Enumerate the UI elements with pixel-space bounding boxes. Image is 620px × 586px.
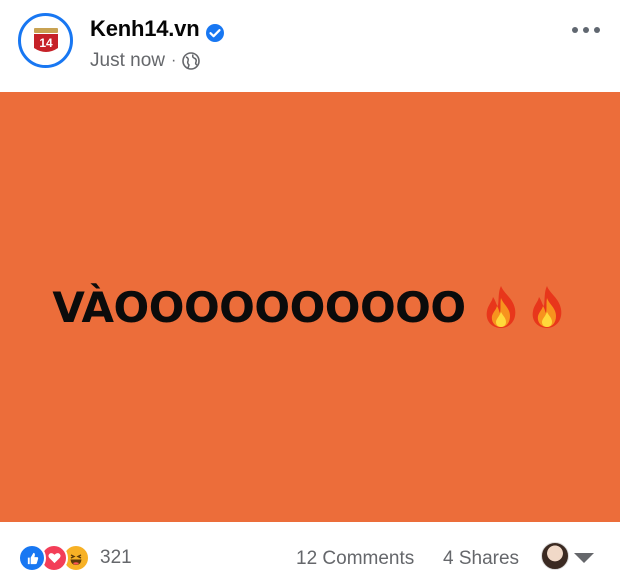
fire-icon	[532, 286, 561, 328]
post-footer: 321 12 Comments 4 Shares	[0, 522, 620, 586]
verified-badge-icon	[206, 24, 224, 42]
shares-count-link[interactable]: 4 Shares	[443, 548, 519, 570]
reactions-summary[interactable]: 321	[18, 544, 132, 572]
emoji-group	[480, 284, 568, 330]
meta-separator: ·	[170, 52, 177, 69]
reaction-count: 321	[100, 547, 132, 568]
kenh14-logo-icon: 14	[33, 27, 58, 52]
post-headline: VÀOOOOOOOOOO	[52, 282, 466, 332]
page-avatar[interactable]: 14	[18, 13, 73, 68]
post-image-content: VÀOOOOOOOOOO	[0, 92, 620, 522]
globe-icon[interactable]	[182, 52, 201, 70]
chevron-down-icon[interactable]	[573, 552, 595, 564]
fire-icon	[486, 286, 515, 328]
comments-count-link[interactable]: 12 Comments	[296, 548, 414, 570]
page-name[interactable]: Kenh14.vn	[90, 16, 200, 42]
viewer-avatar[interactable]	[541, 542, 569, 570]
like-icon	[18, 544, 46, 572]
post-header: 14 Kenh14.vn Just now ·	[0, 0, 620, 92]
more-dot	[594, 27, 600, 33]
post-image[interactable]: VÀOOOOOOOOOO	[0, 92, 620, 522]
timestamp[interactable]: Just now	[90, 50, 165, 72]
svg-text:14: 14	[39, 36, 53, 50]
more-options-icon[interactable]	[572, 20, 600, 40]
post-meta: Just now ·	[90, 50, 201, 72]
more-dot	[572, 27, 578, 33]
more-dot	[583, 27, 589, 33]
